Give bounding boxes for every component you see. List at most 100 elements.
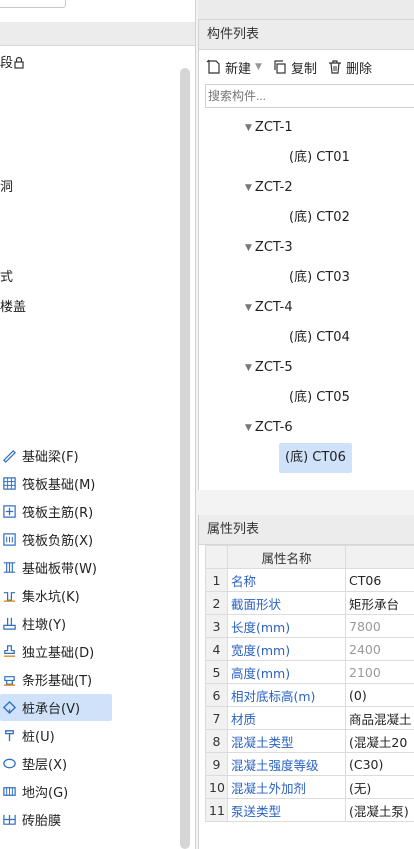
tree-group[interactable]: ▼ ZCT-2 (245, 173, 293, 203)
attribute-value[interactable]: 2400 (345, 637, 414, 661)
attribute-value[interactable]: (混凝土20 (345, 729, 414, 753)
nav-item[interactable]: 筏板负筋(X) (0, 526, 112, 553)
new-file-icon (206, 59, 225, 75)
nav-item[interactable]: 筏板主筋(R) (0, 498, 112, 525)
expand-arrow-icon[interactable]: ▼ (245, 113, 252, 143)
nav-item[interactable]: 柱墩(Y) (0, 610, 112, 637)
copy-icon (272, 59, 291, 75)
attribute-value[interactable]: 7800 (345, 614, 414, 638)
attribute-row[interactable]: 8 混凝土类型 (混凝土20 (205, 729, 414, 753)
raft-icon (0, 476, 18, 492)
attribute-row[interactable]: 6 相对底标高(m) (0) (205, 683, 414, 707)
tree-group-label: ZCT-6 (254, 420, 293, 435)
new-button-label: 新建 (225, 61, 252, 77)
tree-group-label: ZCT-3 (254, 240, 293, 255)
attribute-row[interactable]: 4 宽度(mm) 2400 (205, 637, 414, 661)
tree-group[interactable]: ▼ ZCT-6 (245, 413, 293, 443)
nav-item-label: 柱墩(Y) (22, 618, 67, 633)
left-fragment-row[interactable]: 段 (0, 52, 25, 73)
delete-button[interactable]: 删除 (327, 58, 372, 77)
attribute-value[interactable]: (混凝土泵) (345, 798, 414, 822)
component-search-input[interactable] (205, 84, 414, 108)
expand-arrow-icon[interactable]: ▼ (245, 233, 252, 263)
tree-item[interactable]: (底) CT05 (289, 383, 350, 413)
attribute-value[interactable]: (无) (345, 775, 414, 799)
app-root: 段 洞 式 楼盖 基础梁(F) 筏板基础(M) 筏板主筋(R) 筏板负筋(X) 基础板带… (0, 0, 414, 849)
strip-icon (0, 560, 18, 576)
nav-item[interactable]: 地沟(G) (0, 778, 112, 805)
attribute-value[interactable]: (C30) (345, 752, 414, 776)
attribute-row[interactable]: 7 材质 商品混凝土 (205, 706, 414, 730)
attribute-row[interactable]: 1 名称 CT06 (205, 568, 414, 592)
nav-item[interactable]: 基础板带(W) (0, 554, 112, 581)
tree-item[interactable]: (底) CT02 (289, 203, 350, 233)
nav-item[interactable]: 垫层(X) (0, 750, 112, 777)
isolated-footing-icon (0, 644, 18, 660)
nav-item[interactable]: 基础梁(F) (0, 442, 112, 469)
attribute-table: 属性名称 1 名称 CT06 2 截面形状 矩形承台 3 长度(mm) 7800 4 宽度(mm) 2… (205, 545, 414, 822)
attribute-row[interactable]: 11 泵送类型 (混凝土泵) (205, 798, 414, 822)
nav-item[interactable]: 独立基础(D) (0, 638, 112, 665)
expand-arrow-icon[interactable]: ▼ (245, 293, 252, 323)
nav-item[interactable]: 桩承台(V) (0, 694, 112, 721)
attribute-name: 混凝土类型 (227, 729, 346, 753)
right-column: 构件列表 新建 ▼ 复制 删除 搜索构件... ▼ ZCT-1 (底) CT01… (198, 0, 414, 849)
attribute-row[interactable]: 9 混凝土强度等级 (C30) (205, 752, 414, 776)
expand-arrow-icon[interactable]: ▼ (245, 413, 252, 443)
row-number: 10 (205, 775, 228, 799)
attribute-value[interactable]: (0) (345, 683, 414, 707)
nav-item[interactable]: 集水坑(K) (0, 582, 112, 609)
nav-item[interactable]: 条形基础(T) (0, 666, 112, 693)
tree-item[interactable]: (底) CT04 (289, 323, 350, 353)
tree-group[interactable]: ▼ ZCT-5 (245, 353, 293, 383)
new-button[interactable]: 新建 ▼ (206, 58, 262, 77)
attribute-list-panel: 属性列表 属性名称 1 名称 CT06 2 截面形状 矩形承台 3 长度(mm) 7800 4 宽度… (198, 515, 414, 849)
attribute-name: 相对底标高(m) (227, 683, 346, 707)
component-toolbar: 新建 ▼ 复制 删除 (199, 50, 414, 84)
left-fragment-text: 楼盖 (0, 300, 27, 315)
row-number: 9 (205, 752, 228, 776)
left-fragment-row[interactable]: 式 (0, 266, 13, 285)
attribute-name: 长度(mm) (227, 614, 346, 638)
pile-icon (0, 728, 18, 744)
tree-item-label: (底) CT03 (289, 270, 350, 285)
attribute-value[interactable]: 矩形承台 (345, 591, 414, 615)
row-number: 11 (205, 798, 228, 822)
nav-item-label: 筏板主筋(R) (22, 506, 94, 521)
attribute-row[interactable]: 10 混凝土外加剂 (无) (205, 775, 414, 799)
nav-item-label: 筏板基础(M) (22, 478, 96, 493)
tree-item[interactable]: (底) CT06 (279, 443, 352, 473)
left-scrollbar[interactable] (180, 68, 190, 849)
tree-item[interactable]: (底) CT01 (289, 143, 350, 173)
component-list-panel: 构件列表 新建 ▼ 复制 删除 搜索构件... ▼ ZCT-1 (底) CT01… (198, 20, 414, 490)
tree-group-label: ZCT-5 (254, 360, 293, 375)
nav-item-label: 垫层(X) (22, 758, 68, 773)
tree-item-label: (底) CT02 (289, 210, 350, 225)
pier-icon (0, 616, 18, 632)
left-fragment-row[interactable]: 楼盖 (0, 296, 26, 315)
left-fragment-row[interactable]: 洞 (0, 176, 13, 195)
attribute-value[interactable]: CT06 (345, 568, 414, 592)
expand-arrow-icon[interactable]: ▼ (245, 173, 252, 203)
copy-button[interactable]: 复制 (272, 58, 317, 77)
attribute-table-header-row: 属性名称 (205, 545, 414, 569)
tree-group[interactable]: ▼ ZCT-1 (245, 113, 293, 143)
attribute-row[interactable]: 3 长度(mm) 7800 (205, 614, 414, 638)
left-fragment-text: 洞 (0, 180, 14, 195)
attribute-value[interactable]: 2100 (345, 660, 414, 684)
chevron-down-icon[interactable]: ▼ (255, 62, 262, 72)
nav-item-label: 筏板负筋(X) (22, 534, 94, 549)
left-top-control[interactable] (0, 0, 66, 8)
expand-arrow-icon[interactable]: ▼ (245, 353, 252, 383)
tree-group[interactable]: ▼ ZCT-3 (245, 233, 293, 263)
nav-item-label: 基础梁(F) (22, 450, 79, 465)
attribute-row[interactable]: 2 截面形状 矩形承台 (205, 591, 414, 615)
tree-group[interactable]: ▼ ZCT-4 (245, 293, 293, 323)
attribute-row[interactable]: 5 高度(mm) 2100 (205, 660, 414, 684)
nav-item[interactable]: 筏板基础(M) (0, 470, 112, 497)
attribute-value[interactable]: 商品混凝土 (345, 706, 414, 730)
tree-item[interactable]: (底) CT03 (289, 263, 350, 293)
nav-item[interactable]: 桩(U) (0, 722, 112, 749)
top-strip (198, 0, 414, 20)
nav-item[interactable]: 砖胎膜 (0, 806, 112, 833)
